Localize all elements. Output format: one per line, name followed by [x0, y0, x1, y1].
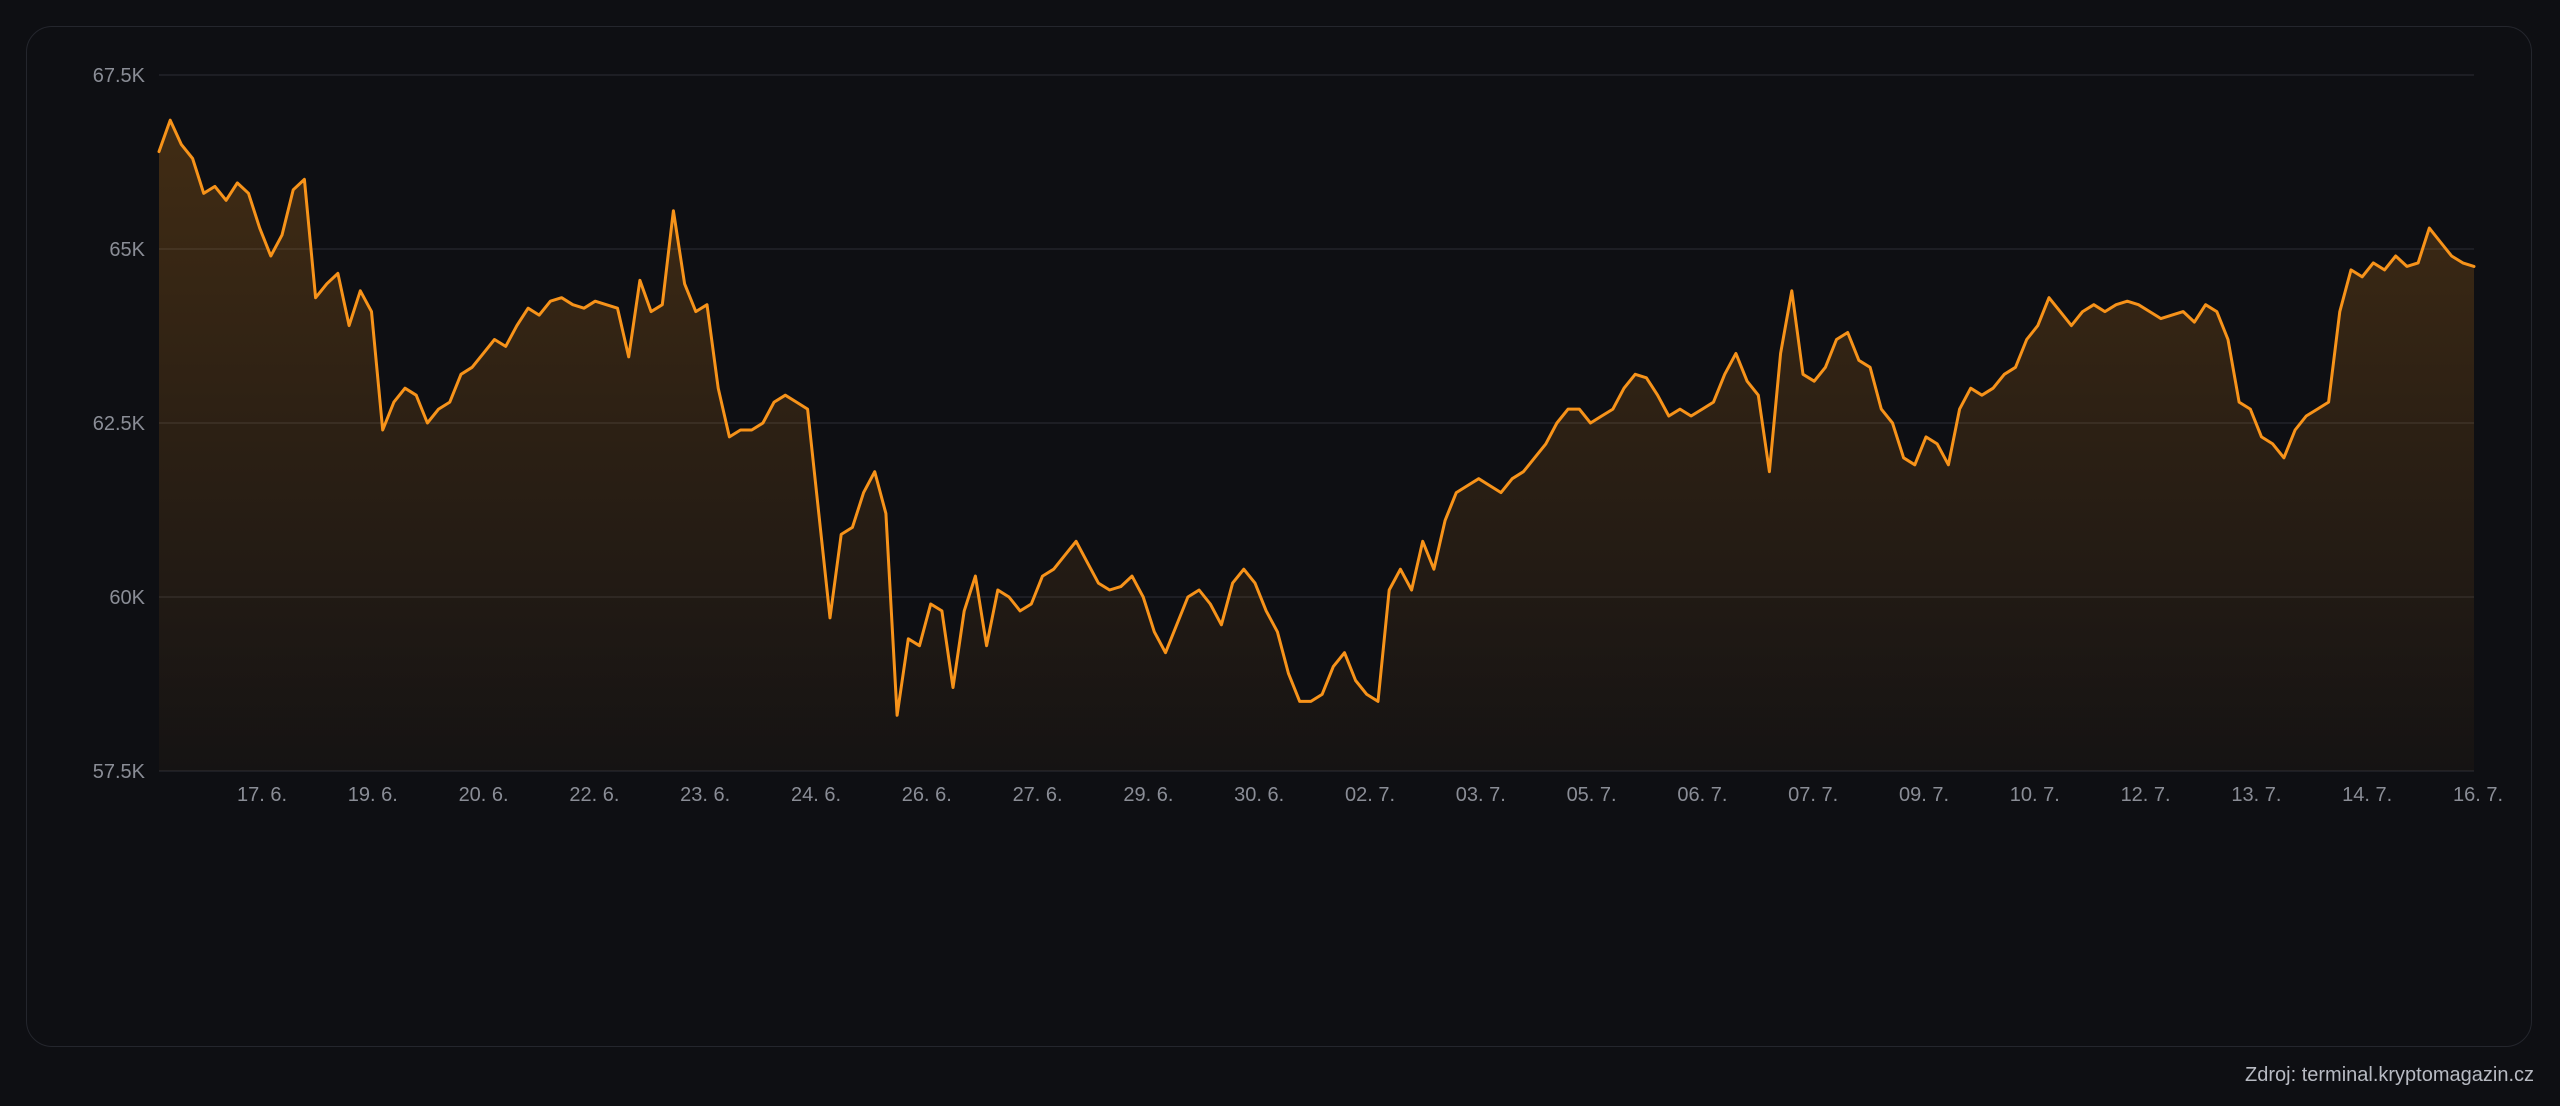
x-tick-label: 06. 7. — [1677, 784, 1727, 806]
x-tick-label: 03. 7. — [1456, 784, 1506, 806]
x-tick-label: 14. 7. — [2342, 784, 2392, 806]
x-tick-label: 07. 7. — [1788, 784, 1838, 806]
x-tick-label: 12. 7. — [2121, 784, 2171, 806]
x-tick-label: 24. 6. — [791, 784, 841, 806]
y-tick-label: 62.5K — [93, 413, 146, 435]
x-tick-label: 09. 7. — [1899, 784, 1949, 806]
y-axis: 57.5K 60K 62.5K 65K 67.5K — [93, 65, 146, 783]
x-tick-label: 13. 7. — [2231, 784, 2281, 806]
x-tick-label: 05. 7. — [1567, 784, 1617, 806]
x-tick-label: 22. 6. — [569, 784, 619, 806]
x-tick-label: 02. 7. — [1345, 784, 1395, 806]
y-tick-label: 65K — [109, 239, 145, 261]
x-tick-label: 23. 6. — [680, 784, 730, 806]
y-tick-label: 60K — [109, 587, 145, 609]
x-tick-label: 26. 6. — [902, 784, 952, 806]
x-axis: 17. 6. 19. 6. 20. 6. 22. 6. 23. 6. 24. 6. 26. … — [237, 784, 2503, 806]
x-tick-label: 19. 6. — [348, 784, 398, 806]
x-tick-label: 10. 7. — [2010, 784, 2060, 806]
price-area — [159, 120, 2474, 771]
y-tick-label: 67.5K — [93, 65, 146, 87]
x-tick-label: 16. 7. — [2453, 784, 2503, 806]
x-tick-label: 27. 6. — [1013, 784, 1063, 806]
y-tick-label: 57.5K — [93, 761, 146, 783]
source-caption: Zdroj: terminal.kryptomagazin.cz — [2245, 1064, 2534, 1086]
x-tick-label: 17. 6. — [237, 784, 287, 806]
x-tick-label: 30. 6. — [1234, 784, 1284, 806]
x-tick-label: 29. 6. — [1123, 784, 1173, 806]
price-chart: 57.5K 60K 62.5K 65K 67.5K 17. 6. 19. 6. 20. 6.… — [93, 65, 2503, 806]
x-tick-label: 20. 6. — [459, 784, 509, 806]
